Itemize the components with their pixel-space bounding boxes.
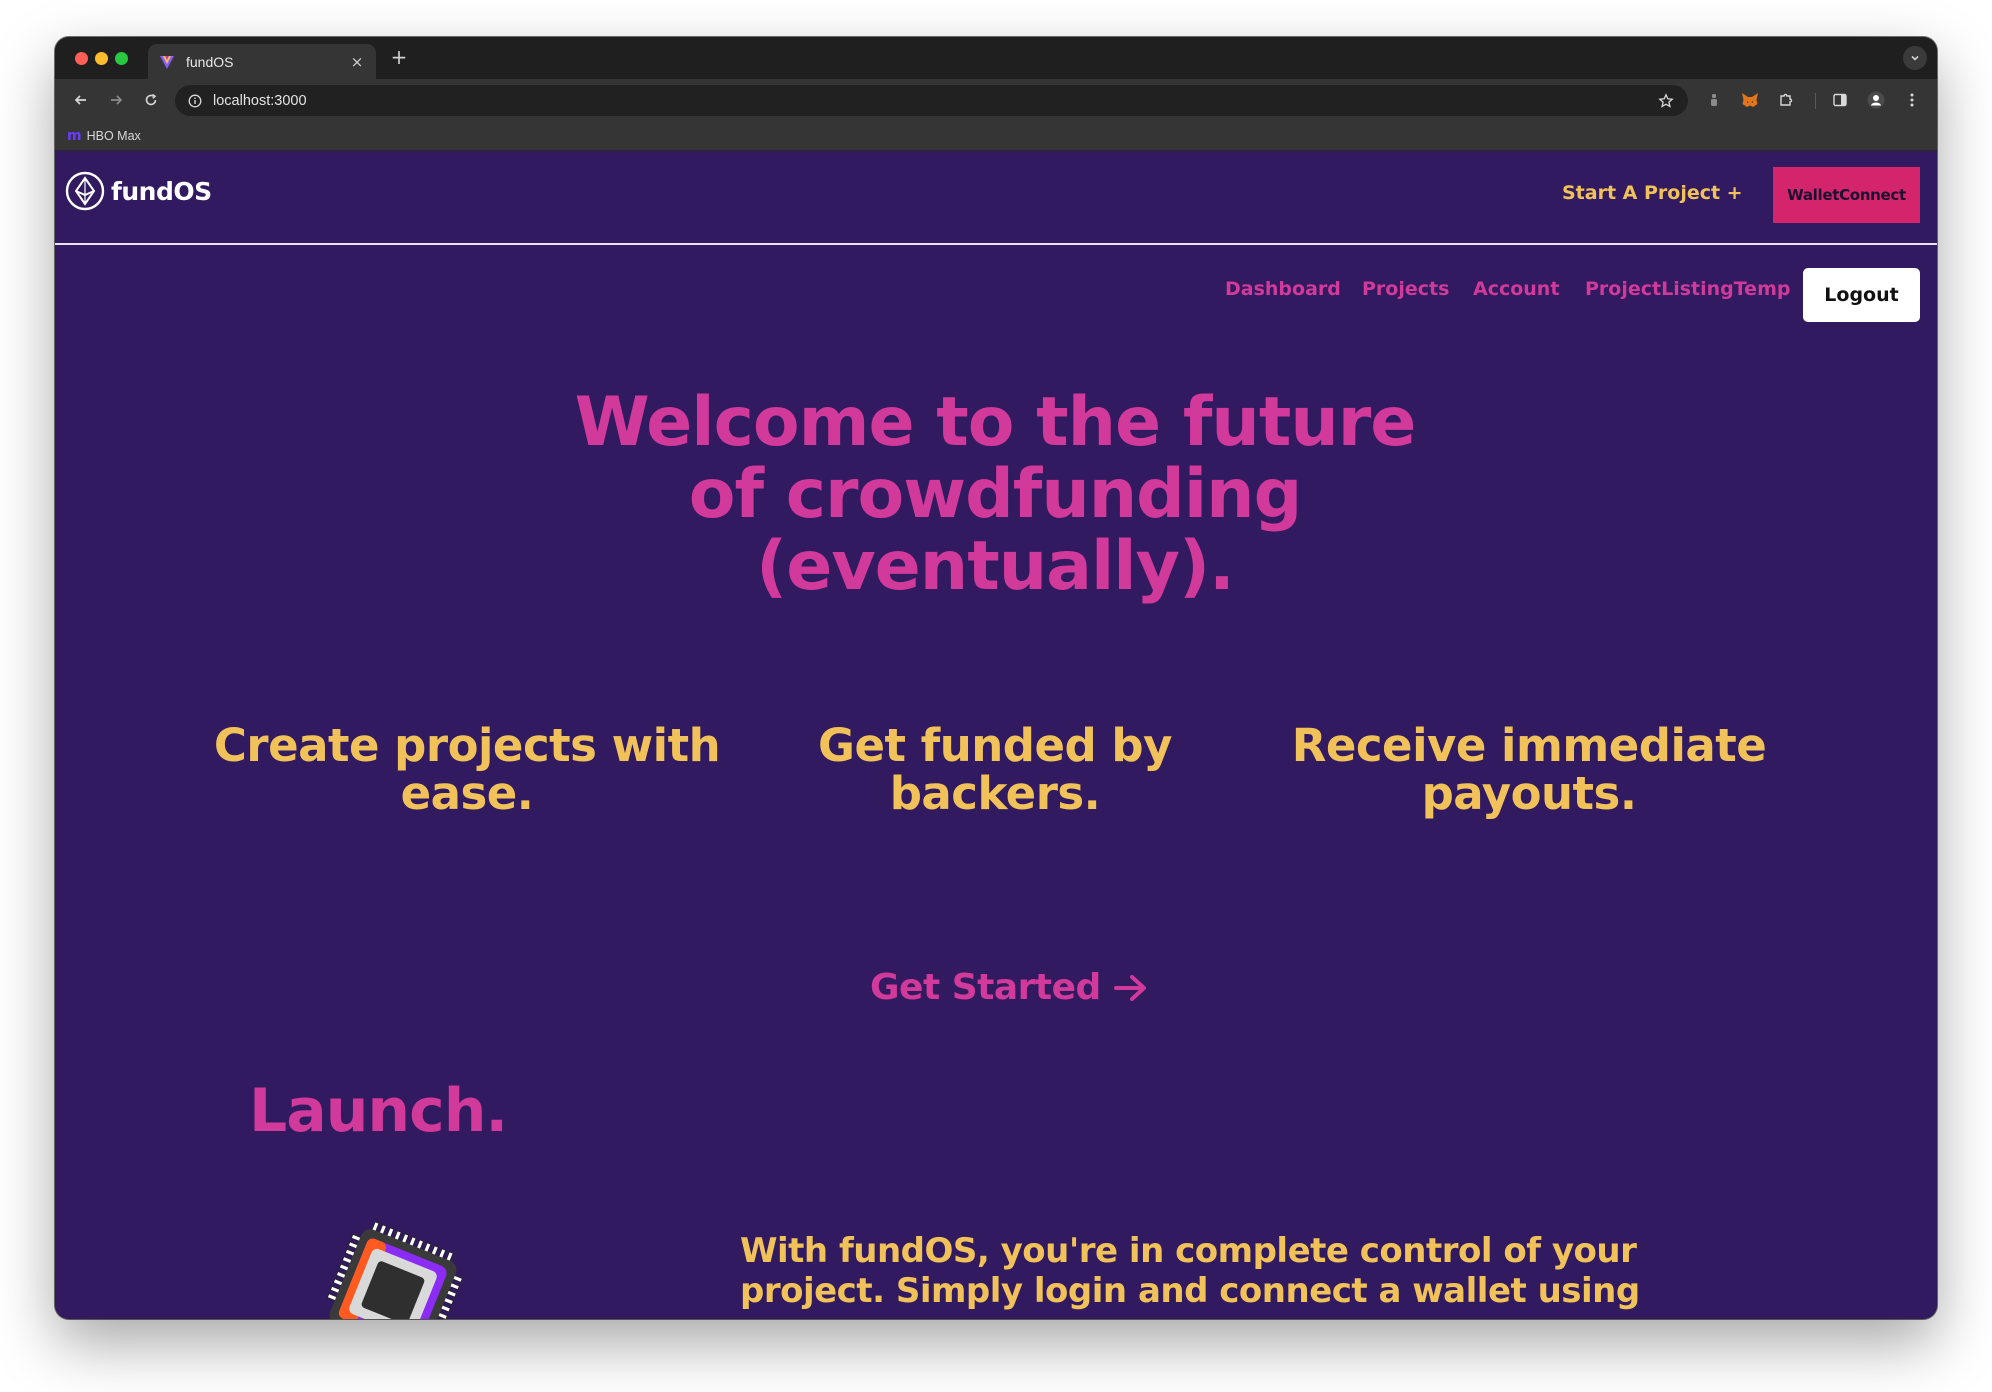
bookmark-hbo-max[interactable]: m HBO Max [67, 128, 141, 144]
arrow-right-icon [1113, 974, 1146, 1001]
nav-dashboard[interactable]: Dashboard [1225, 278, 1341, 300]
address-bar[interactable]: localhost:3000 [175, 85, 1688, 116]
minimize-window-button[interactable] [95, 52, 108, 65]
address-url: localhost:3000 [213, 92, 307, 109]
feature-create-projects: Create projects with ease. [207, 722, 727, 818]
get-started-link[interactable]: Get Started [870, 967, 1149, 1008]
back-arrow-icon [74, 95, 86, 105]
site-header: fundOS Start A Project + WalletConnect [55, 151, 1937, 245]
nav-project-listing-temp[interactable]: ProjectListingTemp [1585, 278, 1790, 300]
launch-heading: Launch. [249, 1076, 508, 1146]
side-panel-icon[interactable] [1829, 89, 1851, 111]
web-page: fundOS Start A Project + WalletConnect D… [55, 151, 1937, 1319]
feature-line: backers. [889, 767, 1101, 820]
feature-line: Get funded by [818, 719, 1172, 772]
feature-line: Create projects with [213, 719, 721, 772]
launch-text-line: project. Simply login and connect a wall… [740, 1271, 1640, 1311]
feature-line: ease. [400, 767, 534, 820]
reload-icon [145, 93, 157, 106]
profile-avatar-icon[interactable] [1865, 89, 1887, 111]
fundos-logo[interactable]: fundOS [65, 171, 212, 211]
launch-text-line: With fundOS, you're in complete control … [740, 1231, 1637, 1271]
close-window-button[interactable] [75, 52, 88, 65]
toolbar-divider [1815, 93, 1816, 109]
new-tab-button[interactable]: + [387, 45, 411, 69]
hero-line: (eventually). [756, 527, 1235, 606]
extension-icon[interactable] [1703, 89, 1725, 111]
feature-line: Receive immediate [1291, 719, 1767, 772]
start-project-link[interactable]: Start A Project + [1562, 182, 1743, 204]
maximize-window-button[interactable] [115, 52, 128, 65]
hero-line: of crowdfunding [688, 455, 1303, 534]
wallet-connect-button[interactable]: WalletConnect [1773, 167, 1920, 223]
fundos-logo-icon [65, 171, 105, 211]
forward-arrow-icon [111, 95, 123, 105]
logout-button[interactable]: Logout [1803, 268, 1920, 322]
get-started-label: Get Started [870, 967, 1101, 1008]
hero-heading: Welcome to the future of crowdfunding (e… [495, 387, 1495, 603]
browser-menu-icon[interactable] [1901, 89, 1923, 111]
tab-title: fundOS [186, 53, 234, 70]
launch-description: With fundOS, you're in complete control … [740, 1231, 1660, 1311]
browser-window: fundOS × + localhost:3000 m HBO Max fund… [55, 37, 1937, 1319]
feature-receive-payouts: Receive immediate payouts. [1269, 722, 1789, 818]
chip-illustration-icon [326, 1221, 463, 1319]
chevron-down-icon [1911, 55, 1919, 61]
tab-fundos[interactable]: fundOS × [148, 44, 376, 79]
back-button[interactable] [69, 88, 93, 112]
feature-get-funded: Get funded by backers. [735, 722, 1255, 818]
close-tab-icon[interactable]: × [348, 53, 366, 71]
metamask-fox-icon[interactable] [1739, 89, 1761, 111]
bookmark-label: HBO Max [86, 129, 141, 143]
feature-line: payouts. [1421, 767, 1637, 820]
forward-button[interactable] [104, 88, 128, 112]
site-info-icon[interactable] [187, 93, 203, 109]
fundos-favicon-icon [158, 53, 176, 71]
bookmarks-bar: m HBO Max [55, 121, 1937, 151]
extensions-puzzle-icon[interactable] [1775, 89, 1797, 111]
hbo-max-icon: m [67, 128, 82, 144]
tab-search-button[interactable] [1903, 46, 1927, 70]
hero-line: Welcome to the future [574, 383, 1417, 462]
browser-toolbar: localhost:3000 [55, 79, 1937, 121]
bookmark-star-icon[interactable] [1656, 91, 1676, 111]
reload-button[interactable] [139, 88, 163, 112]
nav-projects[interactable]: Projects [1362, 278, 1449, 300]
tab-strip: fundOS × + [55, 37, 1937, 79]
nav-account[interactable]: Account [1473, 278, 1559, 300]
logo-text: fundOS [111, 176, 212, 206]
